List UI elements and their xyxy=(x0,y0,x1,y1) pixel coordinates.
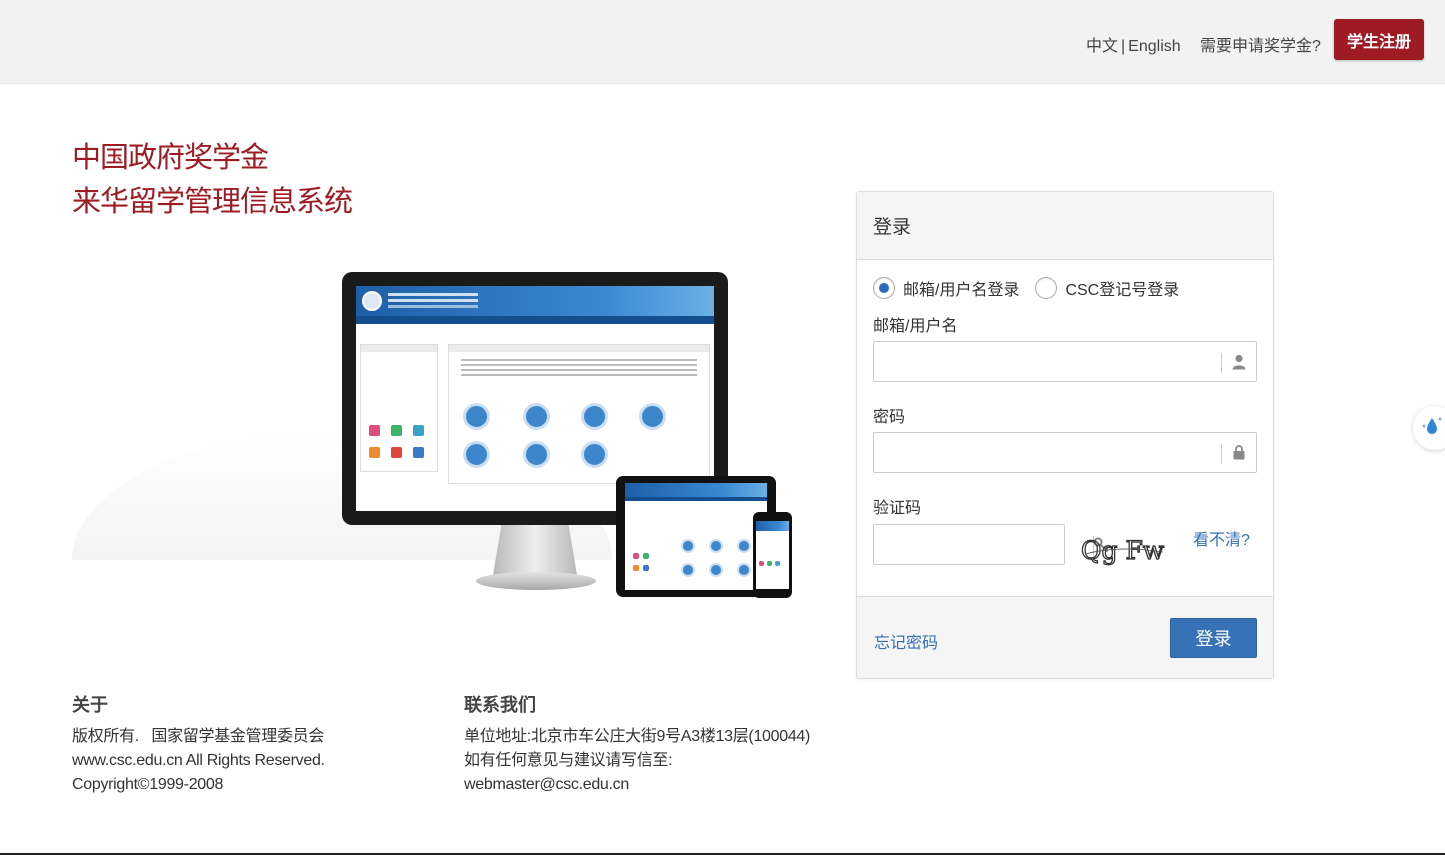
phone-image xyxy=(753,512,792,598)
password-input[interactable] xyxy=(874,433,1221,472)
lang-chinese-link[interactable]: 中文 xyxy=(1086,38,1118,55)
radio-circle[interactable] xyxy=(1035,277,1058,299)
page-title-line1: 中国政府奖学金 xyxy=(72,142,269,174)
language-switcher: 中文 | English xyxy=(1086,32,1181,56)
footer-feedback-text: 如有任何意见与建议请写信至: xyxy=(464,752,673,769)
login-panel-footer: 忘记密码 登录 xyxy=(857,596,1273,678)
top-bar: 中文 | English 需要申请奖学金? 学生注册 xyxy=(0,0,1445,84)
radio-circle-selected[interactable] xyxy=(873,277,895,299)
radio-email-login-label: 邮箱/用户名登录 xyxy=(903,282,1020,299)
page-title-line2: 来华留学管理信息系统 xyxy=(72,186,353,218)
footer-copyright-years: Copyright©1999-2008 xyxy=(72,776,224,793)
captcha-refresh-link[interactable]: 看不清? xyxy=(1193,526,1250,550)
username-label: 邮箱/用户名 xyxy=(873,318,958,335)
footer-contact-heading: 联系我们 xyxy=(464,695,536,715)
login-panel: 登录 邮箱/用户名登录 CSC登记号登录 邮箱/用户名 密码 验证码 Qg Fw xyxy=(856,191,1274,679)
captcha-label: 验证码 xyxy=(873,500,922,517)
username-input[interactable] xyxy=(874,342,1221,381)
lang-separator: | xyxy=(1121,38,1126,55)
password-label: 密码 xyxy=(873,409,906,426)
lang-english-link[interactable]: English xyxy=(1128,38,1180,55)
forgot-password-link[interactable]: 忘记密码 xyxy=(874,629,938,653)
footer-about: 关于 版权所有. 国家留学基金管理委员会 www.csc.edu.cn All … xyxy=(72,694,325,797)
footer-address: 单位地址:北京市车公庄大街9号A3楼13层(100044) xyxy=(464,728,811,745)
student-register-button[interactable]: 学生注册 xyxy=(1334,19,1424,60)
footer-about-heading: 关于 xyxy=(72,695,108,715)
captcha-field xyxy=(873,524,1109,565)
footer-email: webmaster@csc.edu.cn xyxy=(464,776,629,793)
page-title: 中国政府奖学金 来华留学管理信息系统 xyxy=(72,136,353,224)
login-panel-title: 登录 xyxy=(857,192,1273,260)
radio-csc-login-label: CSC登记号登录 xyxy=(1065,282,1180,299)
lock-icon xyxy=(1221,433,1256,472)
footer-rights: www.csc.edu.cn All Rights Reserved. xyxy=(72,752,325,769)
user-icon xyxy=(1221,342,1256,381)
password-field xyxy=(873,432,1257,473)
radio-csc-login[interactable]: CSC登记号登录 xyxy=(1035,276,1179,300)
login-method-group: 邮箱/用户名登录 CSC登记号登录 xyxy=(873,276,1195,300)
footer-copyright-owner: 版权所有. 国家留学基金管理委员会 xyxy=(72,728,325,745)
water-drop-icon xyxy=(1421,415,1445,442)
captcha-image[interactable]: Qg Fw xyxy=(1079,534,1167,566)
floating-assistant-button[interactable] xyxy=(1413,406,1445,450)
radio-email-login[interactable]: 邮箱/用户名登录 xyxy=(873,276,1019,300)
tablet-image xyxy=(616,476,776,597)
username-field xyxy=(873,341,1257,382)
footer-contact: 联系我们 单位地址:北京市车公庄大街9号A3楼13层(100044) 如有任何意… xyxy=(464,694,810,797)
login-button[interactable]: 登录 xyxy=(1170,618,1257,658)
apply-scholarship-link[interactable]: 需要申请奖学金? xyxy=(1200,32,1321,56)
captcha-input[interactable] xyxy=(874,525,1093,564)
